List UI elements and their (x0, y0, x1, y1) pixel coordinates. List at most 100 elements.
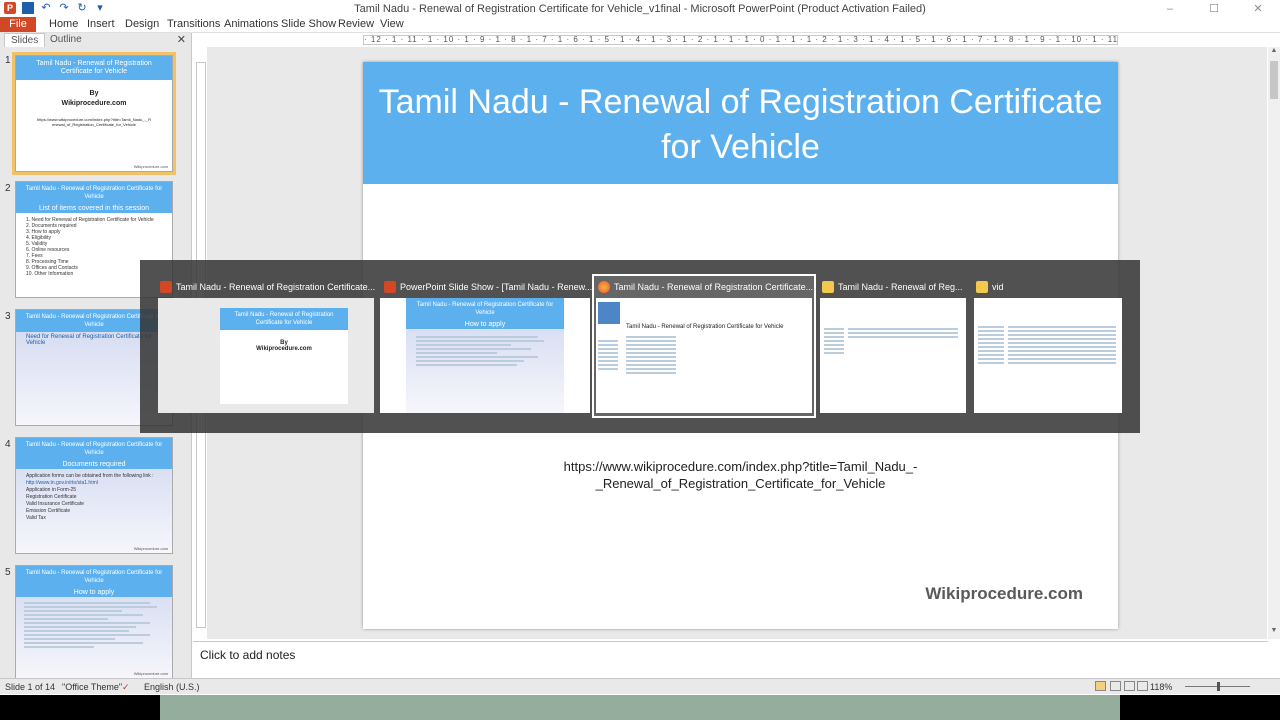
list-item: Application forms can be obtained from t… (26, 473, 154, 479)
scroll-down-icon[interactable]: ▼ (1268, 627, 1280, 639)
thumb-footer: Wikiprocedure.com (133, 164, 168, 169)
close-icon[interactable]: ✕ (177, 33, 186, 46)
url-line: _Renewal_of_Registration_Certificate_for… (595, 476, 886, 491)
slide-number: 5 (5, 567, 11, 578)
preview-nav (978, 324, 1004, 366)
tab-review[interactable]: Review (338, 17, 374, 32)
window-preview: Tamil Nadu - Renewal of Registration Cer… (158, 298, 374, 413)
window-title: Tamil Nadu - Renewal of Registration Cer… (354, 3, 926, 15)
vertical-scrollbar[interactable]: ▲ ▼ (1268, 47, 1280, 639)
slide-thumbnail-4[interactable]: Tamil Nadu - Renewal of Registration Cer… (15, 437, 173, 554)
slide-number: 3 (5, 311, 11, 322)
thumb-subtitle: List of items covered in this session (16, 204, 172, 213)
window-preview: Tamil Nadu - Renewal of Registration Cer… (380, 298, 590, 413)
tab-design[interactable]: Design (125, 17, 159, 32)
preview-title: Tamil Nadu - Renewal of Registration Cer… (406, 298, 564, 320)
preview-files (1008, 324, 1116, 366)
tab-file[interactable]: File (0, 17, 36, 32)
tab-slides[interactable]: Slides (4, 33, 46, 47)
switcher-window-3[interactable]: Tamil Nadu - Renewal of Registration Cer… (592, 274, 816, 418)
scroll-thumb[interactable] (1270, 61, 1278, 99)
switcher-window-title: vid (976, 281, 1004, 293)
reading-view-icon[interactable] (1124, 681, 1135, 691)
slide-number: 2 (5, 183, 11, 194)
thumb-footer: Wikiprocedure.com (133, 671, 168, 676)
thumb-title: Tamil Nadu - Renewal of Registration Cer… (16, 56, 172, 80)
firefox-icon (598, 281, 610, 293)
tab-view[interactable]: View (380, 17, 404, 32)
notes-pane[interactable]: Click to add notes (193, 641, 1268, 677)
list-item: Application in Form-25 (26, 487, 77, 493)
slide-title[interactable]: Tamil Nadu - Renewal of Registration Cer… (363, 80, 1118, 170)
switcher-window-title: Tamil Nadu - Renewal of Registration Cer… (160, 281, 375, 293)
preview-nav (824, 326, 844, 356)
preview-page-title: Tamil Nadu - Renewal of Registration Cer… (626, 324, 784, 330)
preview-body-lines (416, 334, 551, 368)
tab-animations[interactable]: Animations (224, 17, 278, 32)
zoom-slider-handle[interactable] (1217, 682, 1220, 691)
tab-transitions[interactable]: Transitions (167, 17, 220, 32)
maximize-button[interactable]: ☐ (1192, 0, 1236, 18)
folder-icon (822, 281, 834, 293)
thumb-body-lines (24, 600, 164, 650)
tab-slide-show[interactable]: Slide Show (281, 17, 336, 32)
thumb-title: Tamil Nadu - Renewal of Registration Cer… (16, 566, 172, 588)
preview-brand: Wikiprocedure.com (256, 346, 312, 352)
tab-outline[interactable]: Outline (44, 33, 88, 47)
folder-icon (976, 281, 988, 293)
spellcheck-icon[interactable]: ✓ (122, 682, 130, 693)
preview-files (848, 326, 958, 340)
slide-number: 4 (5, 439, 11, 450)
switcher-window-5[interactable]: vid (972, 276, 1124, 416)
slide-thumbnail-1[interactable]: Tamil Nadu - Renewal of Registration Cer… (12, 52, 176, 175)
list-item: Registration Certificate (26, 494, 77, 500)
powerpoint-icon (160, 281, 172, 293)
thumb-subtitle: How to apply (16, 588, 172, 597)
switcher-window-2[interactable]: PowerPoint Slide Show - [Tamil Nadu - Re… (380, 276, 592, 416)
minimize-button[interactable]: – (1148, 0, 1192, 18)
theme-name: "Office Theme" (62, 682, 123, 692)
thumb-footer: Wikiprocedure.com (133, 546, 168, 551)
preview-slide: Tamil Nadu - Renewal of Registration Cer… (220, 308, 348, 404)
preview-slide: Tamil Nadu - Renewal of Registration Cer… (406, 298, 564, 413)
tab-home[interactable]: Home (49, 17, 78, 32)
preview-sidebar (598, 338, 618, 372)
switcher-window-1[interactable]: Tamil Nadu - Renewal of Registration Cer… (156, 276, 376, 416)
slide-header: Tamil Nadu - Renewal of Registration Cer… (363, 62, 1118, 184)
preview-title: Tamil Nadu - Renewal of Registration Cer… (220, 308, 348, 330)
slide-count: Slide 1 of 14 (5, 682, 56, 692)
list-item: Valid Insurance Certificate (26, 501, 84, 507)
window-title-text: Tamil Nadu - Renewal of Registration Cer… (614, 282, 814, 292)
window-preview (820, 298, 966, 413)
close-button[interactable]: ✕ (1236, 0, 1280, 18)
window-title-text: vid (992, 282, 1004, 292)
powerpoint-icon (384, 281, 396, 293)
thumb-title: Tamil Nadu - Renewal of Registration Cer… (16, 182, 172, 204)
preview-toc (626, 334, 676, 376)
taskbar (0, 695, 1280, 720)
normal-view-icon[interactable] (1095, 681, 1106, 691)
slide-thumbnail-5[interactable]: Tamil Nadu - Renewal of Registration Cer… (15, 565, 173, 679)
switcher-window-title: Tamil Nadu - Renewal of Reg... (822, 281, 963, 293)
list-item: http://www.tn.gov.in/rto/sta1.html (26, 480, 98, 486)
scroll-up-icon[interactable]: ▲ (1268, 47, 1280, 59)
slide-sorter-icon[interactable] (1110, 681, 1121, 691)
switcher-window-4[interactable]: Tamil Nadu - Renewal of Reg... (818, 276, 968, 416)
notes-placeholder[interactable]: Click to add notes (200, 648, 295, 662)
slide-url-text[interactable]: https://www.wikiprocedure.com/index.php?… (363, 458, 1118, 492)
list-item: Emission Certificate (26, 508, 71, 514)
tab-insert[interactable]: Insert (87, 17, 115, 32)
language[interactable]: English (U.S.) (144, 682, 200, 692)
window-preview: Tamil Nadu - Renewal of Registration Cer… (596, 298, 812, 413)
switcher-window-title: PowerPoint Slide Show - [Tamil Nadu - Re… (384, 281, 592, 293)
taskbar-background (160, 695, 1120, 720)
ribbon-tabs: File Home Insert Design Transitions Anim… (0, 17, 1280, 33)
title-bar: P ↶ ↷ ↻ ▾ Tamil Nadu - Renewal of Regist… (0, 0, 1280, 18)
slide-show-icon[interactable] (1137, 681, 1148, 691)
slide-brand[interactable]: Wikiprocedure.com (925, 584, 1083, 604)
panel-tabs: Slides Outline ✕ (0, 33, 192, 47)
thumb-list: Application forms can be obtained from t… (16, 469, 172, 524)
url-line: https://www.wikiprocedure.com/index.php?… (563, 459, 918, 474)
status-bar: Slide 1 of 14 "Office Theme" ✓ English (… (0, 678, 1280, 694)
zoom-level[interactable]: 118% (1150, 682, 1172, 692)
